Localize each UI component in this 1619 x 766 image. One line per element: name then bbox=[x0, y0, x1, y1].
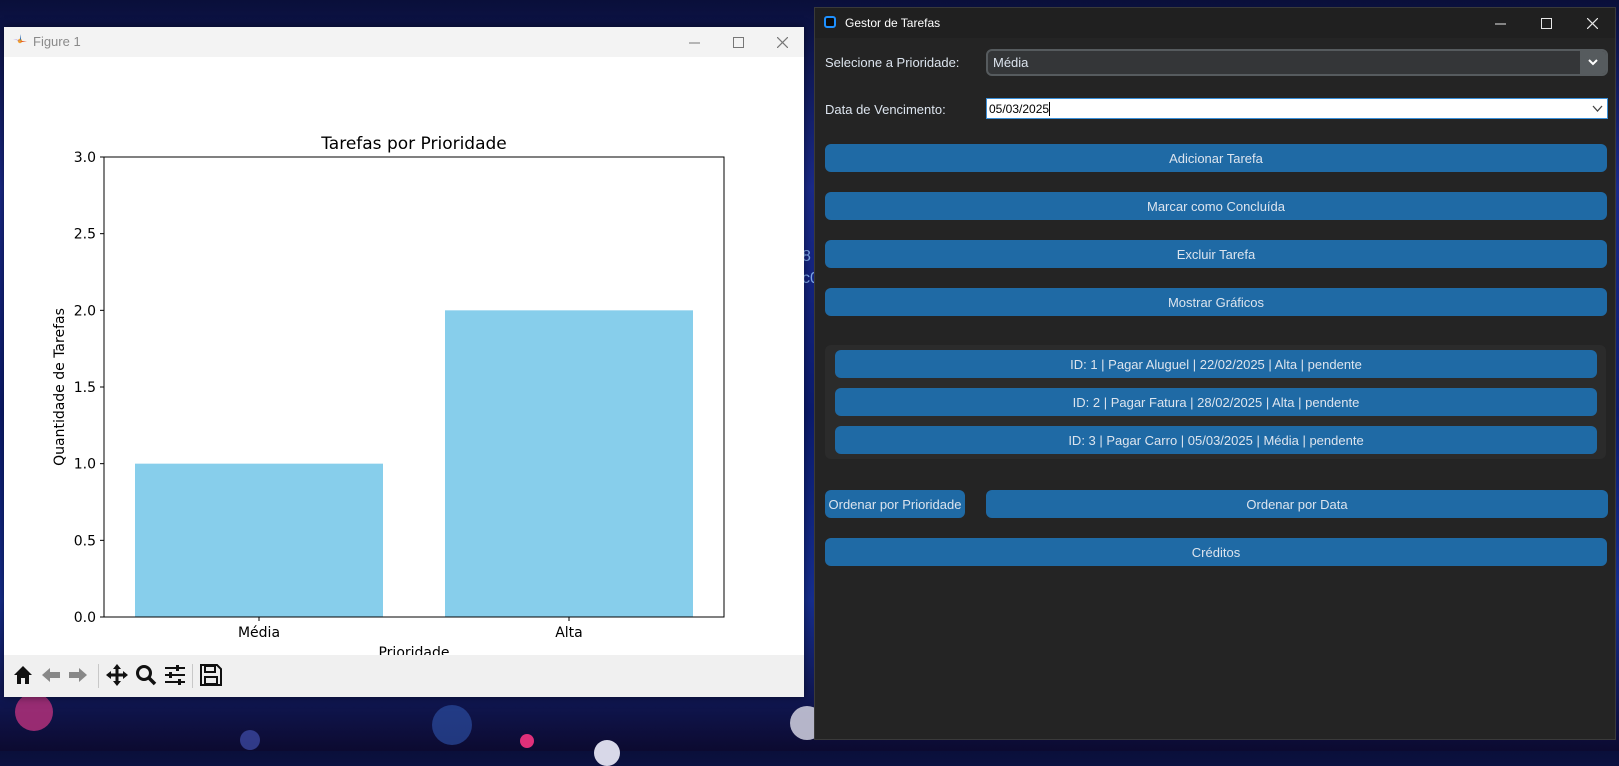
wallpaper-bokeh bbox=[15, 693, 53, 731]
bar bbox=[445, 310, 693, 617]
save-button[interactable] bbox=[198, 662, 224, 688]
wallpaper-bokeh bbox=[594, 740, 620, 766]
bar-chart: Média Alta 0.0 0.5 1.0 1.5 2.0 2.5 3.0 Tarefas po… bbox=[52, 134, 725, 657]
back-arrow-icon bbox=[42, 668, 60, 682]
y-tick-label: 1.5 bbox=[74, 380, 96, 396]
y-tick-label: 0.0 bbox=[74, 610, 96, 626]
sort-by-date-button[interactable]: Ordenar por Data bbox=[986, 490, 1608, 518]
x-tick-label: Média bbox=[238, 625, 280, 641]
y-tick-label: 0.5 bbox=[74, 533, 96, 549]
navigation-toolbar bbox=[4, 655, 804, 697]
mark-complete-button[interactable]: Marcar como Concluída bbox=[825, 192, 1607, 220]
save-icon bbox=[200, 664, 222, 686]
app-icon bbox=[824, 16, 836, 28]
maximize-icon bbox=[732, 36, 744, 48]
close-button[interactable] bbox=[1569, 8, 1615, 38]
configure-subplots-icon bbox=[165, 665, 185, 685]
home-icon bbox=[14, 666, 32, 684]
task-item[interactable]: ID: 3 | Pagar Carro | 05/03/2025 | Média… bbox=[835, 426, 1597, 454]
figure-canvas[interactable]: Média Alta 0.0 0.5 1.0 1.5 2.0 2.5 3.0 Tarefas po… bbox=[4, 57, 804, 681]
delete-task-button[interactable]: Excluir Tarefa bbox=[825, 240, 1607, 268]
priority-label: Selecione a Prioridade: bbox=[825, 55, 960, 70]
priority-dropdown-button[interactable] bbox=[1580, 51, 1606, 74]
task-item[interactable]: ID: 2 | Pagar Fatura | 28/02/2025 | Alta… bbox=[835, 388, 1597, 416]
chevron-down-icon bbox=[1588, 59, 1598, 66]
back-button[interactable] bbox=[38, 662, 64, 688]
minimize-icon bbox=[688, 42, 700, 43]
toolbar-separator bbox=[192, 664, 193, 688]
home-button[interactable] bbox=[10, 662, 36, 688]
figure-window-title: Figure 1 bbox=[33, 34, 81, 49]
wallpaper-bokeh bbox=[240, 730, 260, 750]
wallpaper-bokeh bbox=[432, 705, 472, 745]
app-window: Gestor de Tarefas Selecione a Prioridade… bbox=[814, 7, 1616, 740]
minimize-icon bbox=[1494, 23, 1506, 24]
minimize-button[interactable] bbox=[1477, 8, 1523, 38]
close-icon bbox=[1586, 17, 1598, 29]
forward-button[interactable] bbox=[65, 662, 91, 688]
toolbar-separator bbox=[98, 664, 99, 688]
chart-title: Tarefas por Prioridade bbox=[320, 134, 507, 154]
zoom-button[interactable] bbox=[133, 662, 159, 688]
figure-titlebar: Figure 1 bbox=[4, 27, 804, 57]
y-tick-label: 3.0 bbox=[74, 150, 96, 166]
task-item[interactable]: ID: 1 | Pagar Aluguel | 22/02/2025 | Alt… bbox=[835, 350, 1597, 378]
configure-subplots-button[interactable] bbox=[162, 662, 188, 688]
pan-button[interactable] bbox=[104, 662, 130, 688]
maximize-button[interactable] bbox=[1523, 8, 1569, 38]
due-date-label: Data de Vencimento: bbox=[825, 102, 946, 117]
task-list: ID: 1 | Pagar Aluguel | 22/02/2025 | Alt… bbox=[825, 345, 1606, 459]
zoom-icon bbox=[136, 665, 157, 686]
x-tick-label: Alta bbox=[555, 625, 583, 641]
priority-combobox[interactable]: Média bbox=[986, 49, 1608, 76]
close-button[interactable] bbox=[760, 27, 804, 57]
forward-arrow-icon bbox=[69, 668, 87, 682]
figure-window: Figure 1 Média Alta 0.0 0.5 1.0 1.5 2.0 2.5 3.0 T… bbox=[4, 27, 804, 697]
credits-button[interactable]: Créditos bbox=[825, 538, 1607, 566]
text-caret bbox=[1049, 102, 1050, 116]
y-tick-label: 2.5 bbox=[74, 227, 96, 243]
show-charts-button[interactable]: Mostrar Gráficos bbox=[825, 288, 1607, 316]
app-window-title: Gestor de Tarefas bbox=[845, 16, 941, 30]
minimize-button[interactable] bbox=[672, 27, 716, 57]
y-tick-label: 1.0 bbox=[74, 457, 96, 473]
matplotlib-app-icon bbox=[13, 34, 27, 46]
close-icon bbox=[776, 36, 788, 48]
app-titlebar: Gestor de Tarefas bbox=[815, 8, 1615, 38]
pan-icon bbox=[106, 664, 128, 686]
sort-by-priority-button[interactable]: Ordenar por Prioridade bbox=[825, 490, 965, 518]
y-tick-label: 2.0 bbox=[74, 303, 96, 319]
due-date-value: 05/03/2025 bbox=[989, 102, 1050, 116]
wallpaper-bokeh bbox=[520, 734, 534, 748]
chevron-down-icon[interactable] bbox=[1592, 103, 1603, 114]
priority-value: Média bbox=[993, 55, 1029, 70]
add-task-button[interactable]: Adicionar Tarefa bbox=[825, 144, 1607, 172]
maximize-icon bbox=[1540, 17, 1552, 29]
maximize-button[interactable] bbox=[716, 27, 760, 57]
bar bbox=[135, 463, 383, 617]
y-axis-label: Quantidade de Tarefas bbox=[52, 308, 68, 466]
due-date-picker[interactable]: 05/03/2025 bbox=[986, 98, 1608, 119]
